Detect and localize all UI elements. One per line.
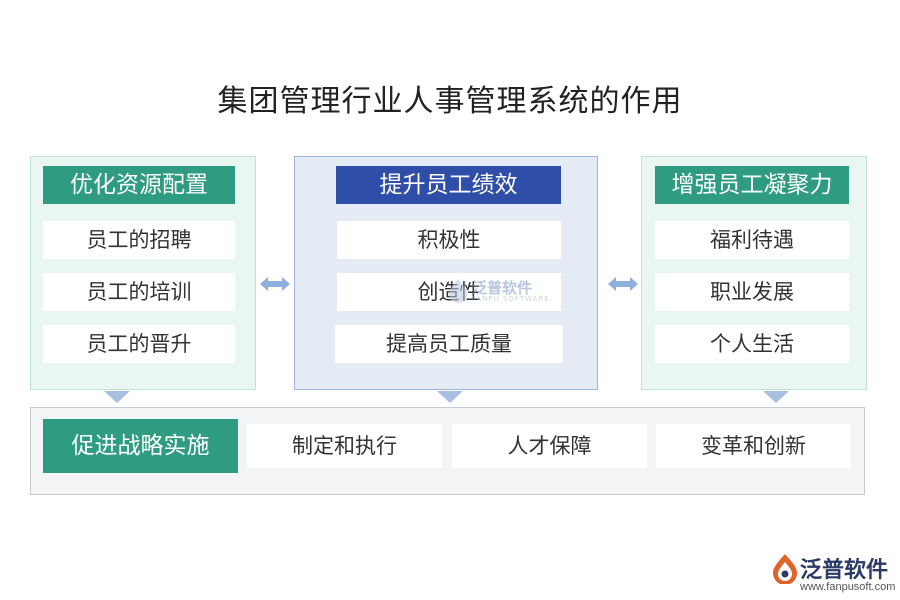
- page-title: 集团管理行业人事管理系统的作用: [217, 84, 683, 119]
- list-item: 员工的晋升: [43, 325, 235, 363]
- list-item: 人才保障: [452, 424, 647, 468]
- down-arrow-icon: [104, 391, 130, 403]
- list-item: 职业发展: [655, 273, 849, 311]
- list-item: 变革和创新: [656, 424, 851, 468]
- panel-optimize-resources: 优化资源配置 员工的招聘 员工的培训 员工的晋升: [30, 156, 256, 390]
- double-arrow-icon: [260, 277, 290, 291]
- brand-logo: 泛普软件 www.fanpusoft.com: [772, 552, 897, 596]
- list-item: 员工的培训: [43, 273, 235, 311]
- list-item: 积极性: [337, 221, 561, 259]
- panel-header: 增强员工凝聚力: [655, 166, 849, 204]
- panel-improve-performance: 提升员工绩效 积极性 创造性 提高员工质量: [294, 156, 598, 390]
- watermark-subtext: FANPU SOFTWARE: [472, 295, 550, 303]
- list-item: 个人生活: [655, 325, 849, 363]
- panel-enhance-cohesion: 增强员工凝聚力 福利待遇 职业发展 个人生活: [641, 156, 867, 390]
- logo-text: 泛普软件: [800, 558, 889, 583]
- list-item: 员工的招聘: [43, 221, 235, 259]
- double-arrow-icon: [608, 277, 638, 291]
- panel-header: 优化资源配置: [43, 166, 235, 204]
- logo-url: www.fanpusoft.com: [800, 581, 896, 593]
- fanpu-logo-icon: [773, 554, 797, 584]
- list-item: 提高员工质量: [335, 325, 563, 363]
- list-item: 制定和执行: [247, 424, 442, 468]
- list-item: 福利待遇: [655, 221, 849, 259]
- panel-header: 提升员工绩效: [336, 166, 561, 204]
- down-arrow-icon: [763, 391, 789, 403]
- watermark: 泛普软件 FANPU SOFTWARE: [448, 277, 568, 307]
- down-arrow-icon: [437, 391, 463, 403]
- row-header: 促进战略实施: [43, 419, 238, 473]
- fanpu-logo-icon: [449, 279, 467, 303]
- strategy-implementation-row: 促进战略实施 制定和执行 人才保障 变革和创新: [30, 407, 865, 495]
